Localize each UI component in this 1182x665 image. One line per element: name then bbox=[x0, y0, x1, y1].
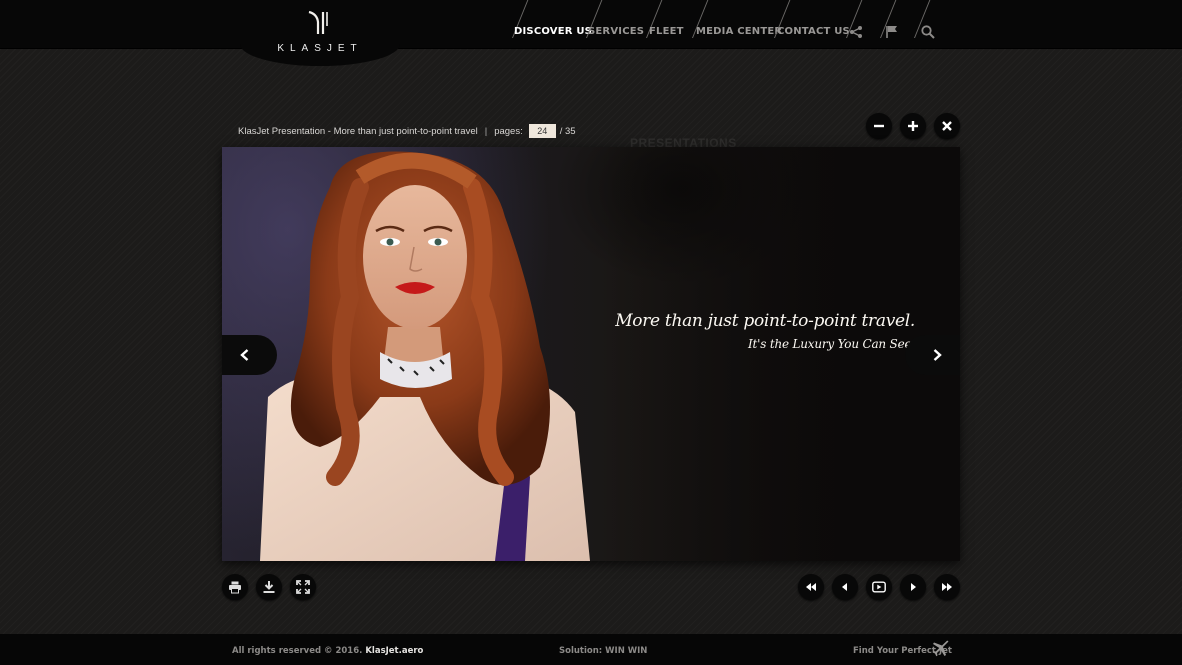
brand-name[interactable]: KLASJET bbox=[270, 43, 370, 54]
download-icon bbox=[263, 581, 275, 593]
nav-contact-us[interactable]: CONTACT US bbox=[777, 26, 850, 37]
close-viewer-button[interactable] bbox=[934, 113, 960, 139]
footer-solution[interactable]: Solution: WIN WIN bbox=[559, 646, 647, 656]
previous-page-button[interactable] bbox=[832, 574, 858, 600]
download-button[interactable] bbox=[256, 574, 282, 600]
slide-headline: More than just point-to-point travel. bbox=[615, 311, 915, 331]
next-page-icon bbox=[911, 583, 916, 591]
next-slide-button[interactable] bbox=[905, 335, 960, 375]
fullscreen-button[interactable] bbox=[290, 574, 316, 600]
zoom-out-button[interactable] bbox=[866, 113, 892, 139]
play-button[interactable] bbox=[866, 574, 892, 600]
nav-services[interactable]: SERVICES bbox=[588, 26, 644, 37]
first-page-icon bbox=[806, 583, 816, 591]
last-page-icon bbox=[942, 583, 952, 591]
slide-subline: It's the Luxury You Can See. bbox=[748, 337, 915, 351]
flag-icon[interactable] bbox=[884, 24, 900, 40]
presentation-title: KlasJet Presentation - More than just po… bbox=[238, 126, 478, 137]
footer-copyright: All rights reserved © 2016. bbox=[232, 646, 363, 656]
page-number-input[interactable]: 24 bbox=[528, 124, 556, 138]
nav-fleet[interactable]: FLEET bbox=[649, 26, 684, 37]
close-icon bbox=[942, 121, 952, 131]
print-button[interactable] bbox=[222, 574, 248, 600]
slide-headline-block: More than just point-to-point travel. It… bbox=[615, 311, 915, 351]
nav-discover-us[interactable]: DISCOVER US bbox=[514, 26, 592, 37]
fullscreen-icon bbox=[296, 580, 310, 594]
play-icon bbox=[872, 581, 886, 593]
previous-slide-button[interactable] bbox=[222, 335, 277, 375]
search-icon[interactable] bbox=[920, 24, 936, 40]
last-page-button[interactable] bbox=[934, 574, 960, 600]
airplane-icon[interactable] bbox=[932, 640, 950, 658]
footer-copyright-block: All rights reserved © 2016. KlasJet.aero bbox=[232, 646, 423, 656]
previous-page-icon bbox=[842, 583, 847, 591]
footer-site-link[interactable]: KlasJet.aero bbox=[365, 646, 423, 656]
zoom-in-button[interactable] bbox=[900, 113, 926, 139]
next-page-button[interactable] bbox=[900, 574, 926, 600]
presentation-slide: More than just point-to-point travel. It… bbox=[222, 147, 960, 561]
title-separator: | bbox=[484, 126, 488, 137]
first-page-button[interactable] bbox=[798, 574, 824, 600]
share-icon[interactable] bbox=[848, 24, 864, 40]
zoom-out-icon bbox=[874, 124, 884, 128]
pages-label: pages: bbox=[494, 126, 523, 137]
zoom-in-icon bbox=[908, 121, 918, 131]
model-portrait-image bbox=[260, 151, 590, 561]
presentation-title-bar: KlasJet Presentation - More than just po… bbox=[238, 124, 576, 138]
chevron-left-icon bbox=[240, 349, 249, 361]
chevron-right-icon bbox=[933, 349, 942, 361]
klasjet-logo-icon[interactable] bbox=[305, 10, 335, 36]
nav-media-center[interactable]: MEDIA CENTER bbox=[696, 26, 782, 37]
total-pages: / 35 bbox=[559, 126, 576, 137]
print-icon bbox=[229, 581, 241, 594]
